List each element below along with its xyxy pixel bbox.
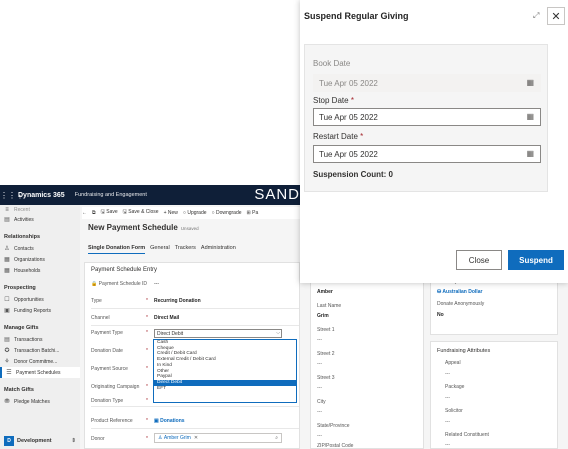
sidebar-item-transaction-batching[interactable]: ✪ Transaction Batchi... — [0, 345, 80, 356]
sidebar-item-opportunities[interactable]: ☐ Opportunities — [0, 294, 80, 305]
sidebar-item-organizations[interactable]: ▦ Organizations — [0, 254, 80, 265]
restart-date-label: Restart Date * — [313, 132, 364, 141]
sidebar-item-donor-commitments[interactable]: ⚘ Donor Commitme... — [0, 356, 80, 367]
save-status: Unsaved — [180, 226, 199, 231]
suspension-count: Suspension Count: 0 — [313, 170, 393, 179]
suspend-regular-giving-dialog: Suspend Regular Giving ⤢ ✕ Book Date Tue… — [300, 0, 568, 283]
report-icon: ▣ — [4, 308, 10, 314]
stop-date-input[interactable]: Tue Apr 05 2022 ▦ — [313, 108, 541, 126]
area-switcher[interactable]: D Development ⇕ — [4, 435, 76, 447]
save-close-button[interactable]: 🖫 Save & Close — [123, 209, 159, 217]
remove-icon[interactable]: ✕ — [194, 435, 198, 441]
calendar-icon[interactable]: ▦ — [526, 149, 534, 158]
card-title: Payment Schedule Entry — [91, 267, 158, 273]
close-button[interactable]: Close — [456, 250, 502, 270]
hamburger-icon[interactable]: ≡ — [4, 207, 10, 213]
save-button[interactable]: 🖫 Save — [101, 209, 118, 217]
sidebar-item-pledge-matches[interactable]: ⛃ Pledge Matches — [0, 396, 80, 407]
sidebar-item-activities[interactable]: ▤ Activities — [0, 214, 80, 225]
app-header: ⋮⋮⋮ Dynamics 365 Fundraising and Engagem… — [0, 185, 300, 205]
opportunity-icon: ☐ — [4, 297, 10, 303]
command-bar: ← ⧉ 🖫 Save 🖫 Save & Close + New ○ Upgrad… — [82, 207, 300, 219]
sidebar-item-funding-reports[interactable]: ▣ Funding Reports — [0, 305, 80, 316]
activities-icon: ▤ — [4, 217, 10, 223]
tab-trackers[interactable]: Trackers — [175, 245, 196, 254]
sidebar: ≡ Recent ▤ Activities Relationships ♙ Conta… — [0, 205, 80, 449]
brand-name[interactable]: Dynamics 365 — [18, 192, 65, 199]
org-icon: ▦ — [4, 257, 10, 263]
expand-icon[interactable]: ⤢ — [533, 11, 539, 21]
upgrade-button[interactable]: ○ Upgrade — [183, 210, 207, 216]
page-title: New Payment Schedule Unsaved — [88, 223, 199, 232]
form-tabs: Single Donation Form General Trackers Ad… — [88, 245, 236, 254]
waffle-icon[interactable]: ⋮⋮⋮ — [0, 191, 24, 200]
field-payment-schedule-id: 🔒 Payment Schedule ID --- — [91, 281, 159, 287]
sidebar-item-transactions[interactable]: ▤ Transactions — [0, 334, 80, 345]
tab-single-donation-form[interactable]: Single Donation Form — [88, 245, 146, 254]
field-channel: Channel * Direct Mail — [91, 310, 299, 326]
suspend-button[interactable]: Suspend — [508, 250, 564, 270]
contact-icon: ♙ — [4, 246, 10, 252]
stop-date-label: Stop Date * — [313, 96, 354, 105]
product-reference-link[interactable]: ▣ Donations — [154, 418, 185, 424]
payment-type-select[interactable]: Direct Debit ⌵ — [154, 329, 282, 338]
pledge-icon: ⛃ — [4, 399, 10, 405]
currency-column: Currency ⛁ Australian Dollar Donate Anon… — [430, 275, 558, 335]
batch-icon: ✪ — [4, 348, 10, 354]
popout-icon[interactable]: ⧉ — [92, 210, 96, 216]
downgrade-button[interactable]: ○ Downgrade — [212, 210, 242, 216]
currency-link[interactable]: ⛁ Australian Dollar — [437, 289, 482, 295]
transaction-icon: ▤ — [4, 337, 10, 343]
sidebar-item-menu[interactable]: ≡ Recent — [0, 205, 80, 214]
dialog-title: Suspend Regular Giving — [304, 11, 409, 21]
new-button[interactable]: + New — [164, 210, 178, 216]
search-icon[interactable]: ⌕ — [275, 435, 278, 441]
group-match-gifts: Match Gifts — [4, 387, 34, 393]
group-relationships: Relationships — [4, 234, 41, 240]
chevron-down-icon: ⌵ — [276, 330, 280, 336]
sidebar-item-payment-schedules[interactable]: ☰ Payment Schedules — [0, 367, 80, 378]
sidebar-item-contacts[interactable]: ♙ Contacts — [0, 243, 80, 254]
schedule-icon: ☰ — [6, 370, 12, 376]
app-name[interactable]: Fundraising and Engagement — [75, 192, 147, 198]
close-icon[interactable]: ✕ — [547, 7, 565, 25]
donor-lookup[interactable]: ♙ Amber Grim ✕ ⌕ — [154, 433, 282, 443]
calendar-icon: ▦ — [526, 78, 534, 87]
contact-column: First Name Amber Last Name Grim Street 1… — [310, 275, 424, 449]
tab-general[interactable]: General — [150, 245, 170, 254]
fundraising-attributes-column: Fundraising Attributes Appeal --- Packag… — [430, 341, 558, 449]
household-icon: ▦ — [4, 268, 10, 274]
book-date-input: Tue Apr 05 2022 ▦ — [313, 74, 541, 92]
tab-administration[interactable]: Administration — [201, 245, 236, 254]
back-icon[interactable]: ← — [82, 210, 87, 216]
environment-label: SAND — [254, 186, 300, 203]
book-date-label: Book Date — [313, 59, 351, 68]
chevron-updown-icon: ⇕ — [71, 438, 76, 444]
option-eft[interactable]: EFT — [154, 386, 296, 392]
area-badge: D — [4, 436, 14, 446]
restart-date-input[interactable]: Tue Apr 05 2022 ▦ — [313, 145, 541, 163]
calendar-icon[interactable]: ▦ — [526, 112, 534, 121]
area-label: Development — [17, 438, 52, 444]
sidebar-item-households[interactable]: ▦ Households — [0, 265, 80, 276]
field-type: Type * Recurring Donation — [91, 293, 299, 309]
more-command[interactable]: ⊞ Pa — [247, 210, 259, 216]
payment-type-dropdown-list: Cash Cheque Credit / Debit Card External… — [153, 339, 297, 403]
donor-icon: ⚘ — [4, 359, 10, 365]
group-manage-gifts: Manage Gifts — [4, 325, 39, 331]
group-prospecting: Prospecting — [4, 285, 36, 291]
field-product-reference: Product Reference * ▣ Donations — [91, 413, 299, 429]
